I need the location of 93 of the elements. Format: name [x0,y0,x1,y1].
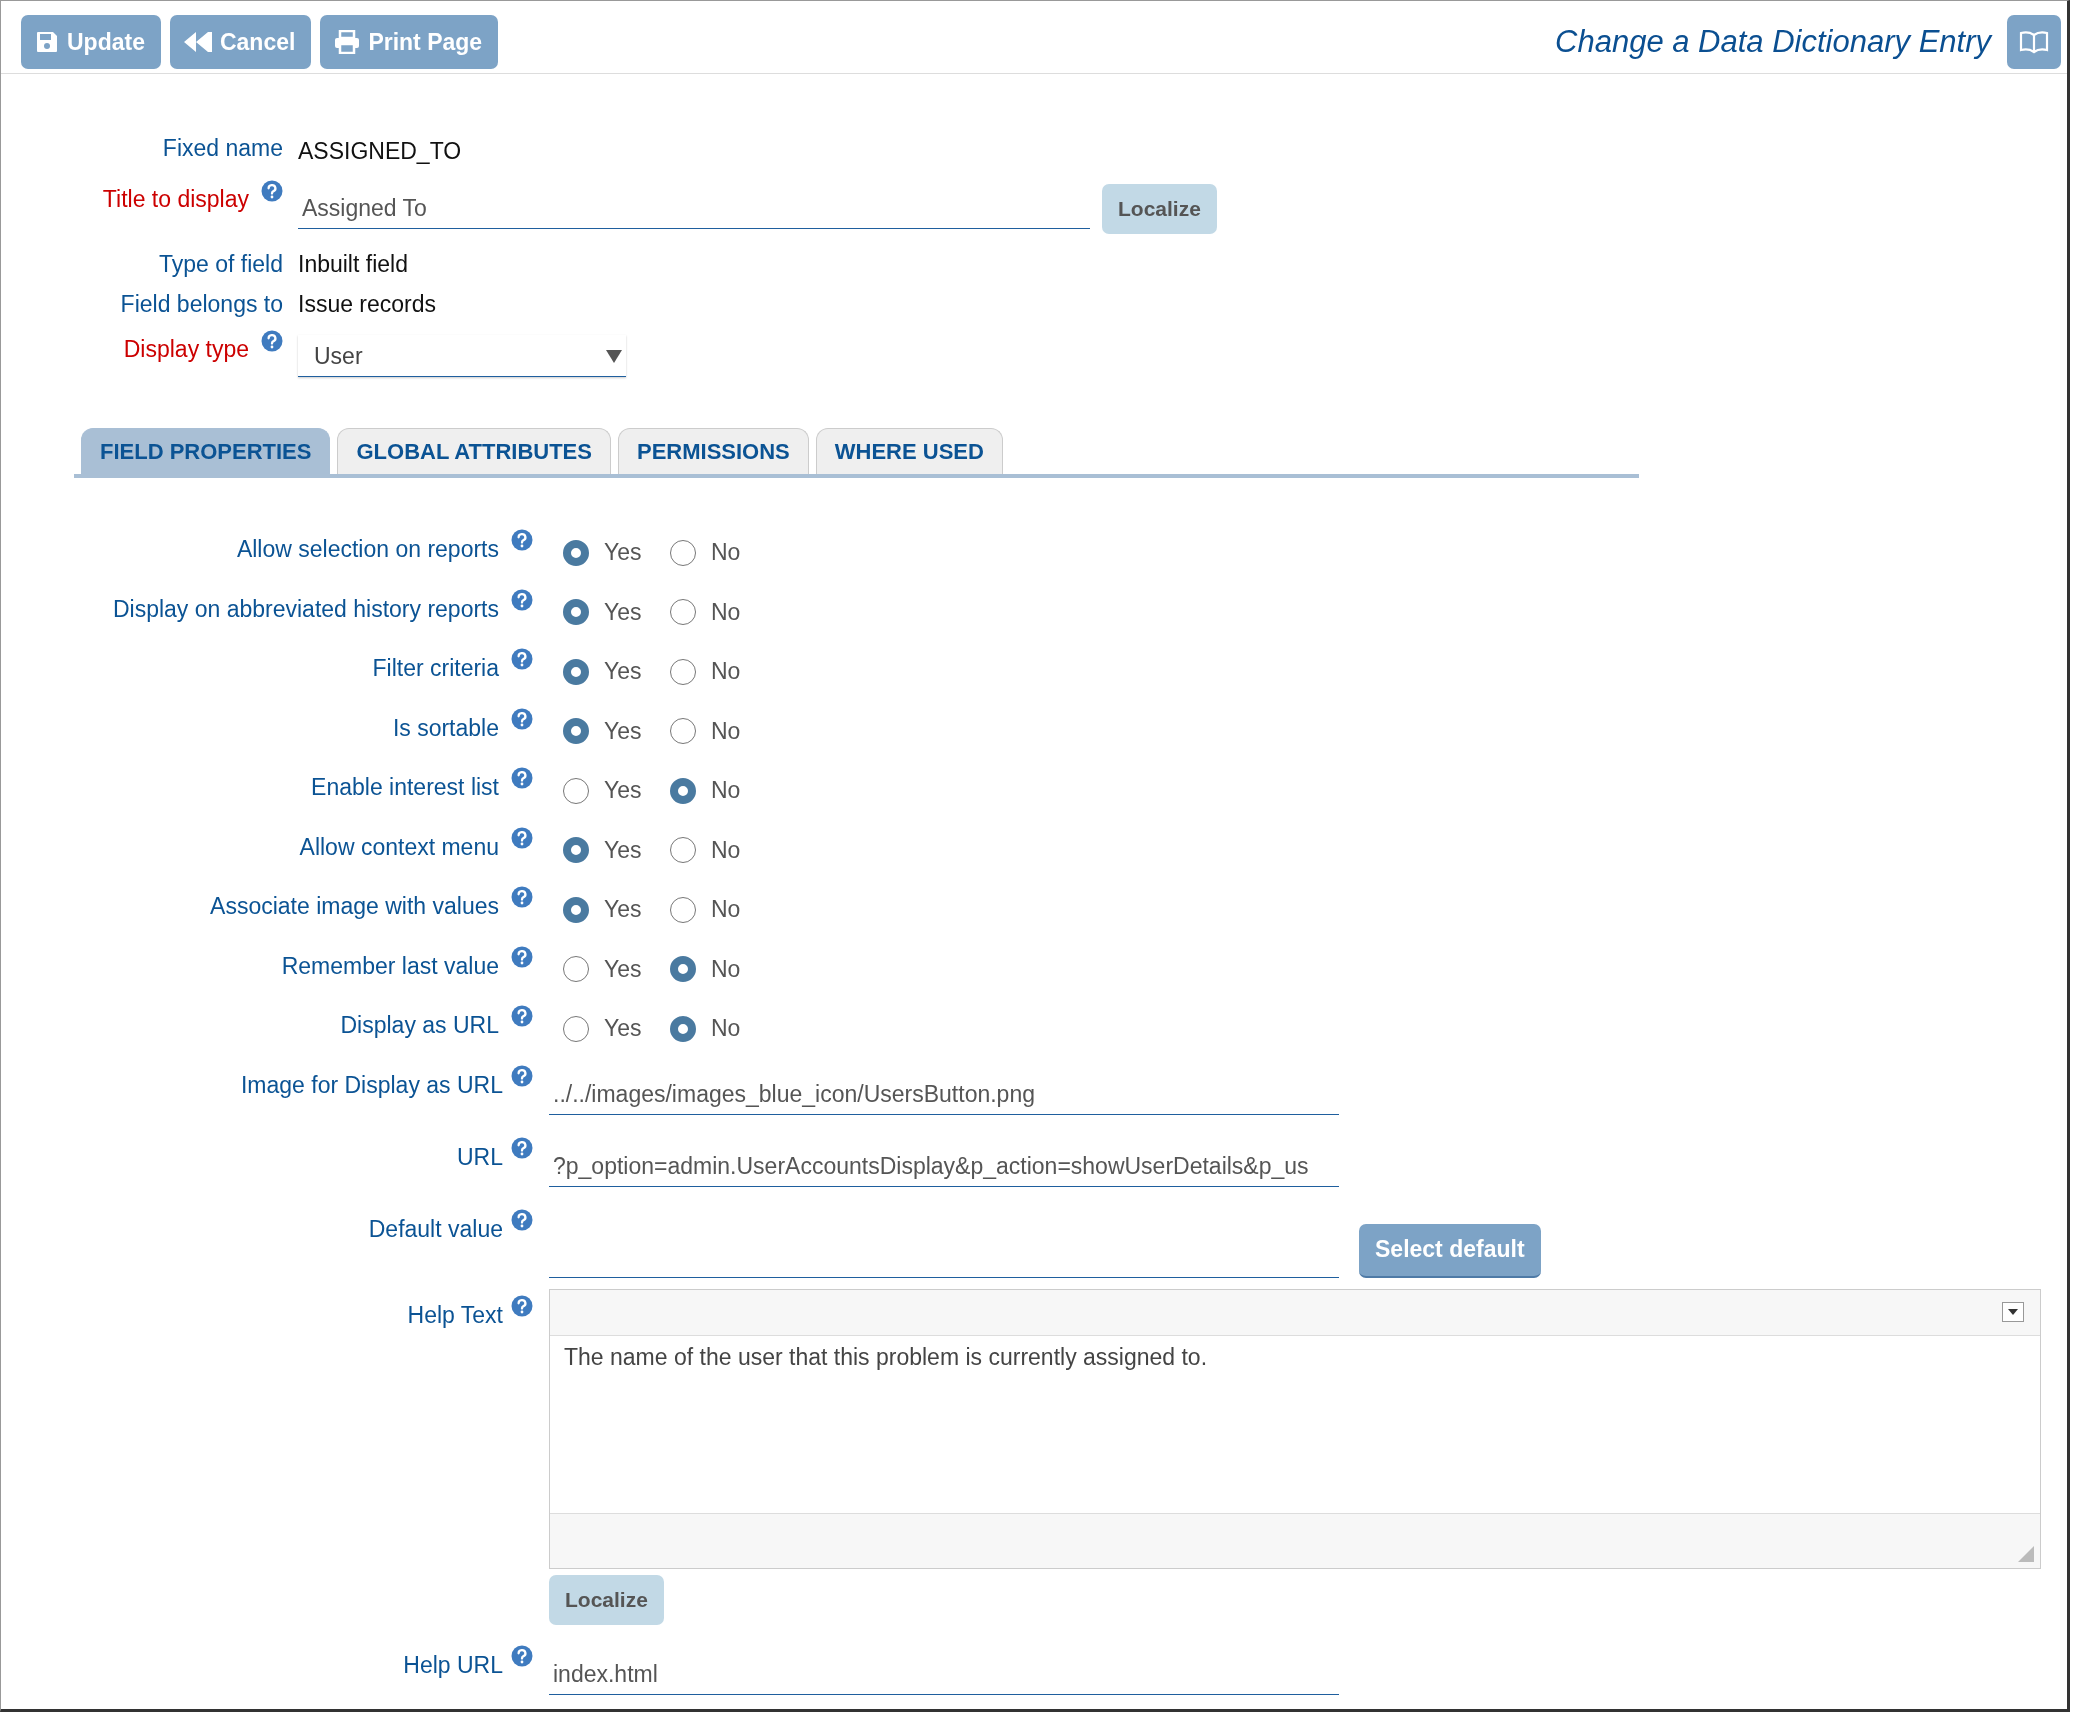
radio-button[interactable] [670,837,696,864]
tab[interactable]: WHERE USED [815,428,1003,474]
radio-button[interactable] [563,896,589,923]
book-icon [2019,30,2049,54]
tab[interactable]: FIELD PROPERTIES [81,428,331,474]
help-icon[interactable] [511,588,533,611]
help-icon[interactable] [511,1136,533,1159]
option-label: No [711,777,741,805]
toolbar-toggle-button[interactable] [2002,1302,2024,1322]
property-label: Is sortable [392,713,499,743]
radio-button[interactable] [670,539,696,566]
help-icon[interactable] [511,767,533,789]
help-icon[interactable] [511,1208,533,1231]
field-value: Issue records [298,290,437,318]
option-label: No [711,658,741,686]
radio-button[interactable] [563,658,589,685]
property-label: Remember last value [281,951,499,981]
field-label: Image for Display as URL [240,1070,503,1100]
option-label: No [711,836,741,864]
field-label: Type of field [158,250,283,279]
rewind-icon [183,31,212,53]
field-value: ASSIGNED_TO [298,137,462,165]
radio-button[interactable] [563,599,589,626]
tab[interactable]: PERMISSIONS [617,428,809,474]
option-label: No [711,539,741,567]
caret-icon [606,350,622,363]
help-icon[interactable] [511,1644,533,1667]
dropdown-field[interactable]: User [298,335,626,377]
field-label: Fixed name [162,134,283,163]
help-icon[interactable] [511,529,533,551]
field-label: Help URL [403,1650,503,1680]
radio-button[interactable] [670,658,696,685]
caret-icon [2008,1309,2018,1315]
field-label: Field belongs to [120,290,283,319]
page-title: Change a Data Dictionary Entry [1555,24,1991,60]
radio-button[interactable] [670,956,696,983]
radio-button[interactable] [563,956,589,983]
field-label: Display type [123,335,249,364]
field-label: Title to display [102,185,249,214]
help-icon[interactable] [511,886,533,908]
resize-grip-icon[interactable] [2018,1545,2034,1562]
property-label: Allow context menu [299,832,499,862]
radio-button[interactable] [670,896,696,923]
field-label: Default value [368,1214,503,1244]
help-icon[interactable] [511,648,533,670]
help-icon[interactable] [511,1005,533,1027]
property-label: Enable interest list [311,773,499,802]
option-label: No [711,955,741,983]
printer-icon [334,30,361,54]
property-label: Allow selection on reports [236,535,499,564]
option-label: Yes [604,598,642,626]
tab[interactable]: GLOBAL ATTRIBUTES [337,428,611,474]
localize-button[interactable]: Localize [549,1574,664,1625]
field-label: URL [457,1142,503,1172]
option-label: No [711,717,741,745]
help-icon[interactable] [511,707,533,730]
radio-button[interactable] [670,599,696,626]
help-icon[interactable] [511,1294,533,1317]
radio-button[interactable] [563,718,589,745]
option-label: Yes [604,658,642,686]
option-label: Yes [604,777,642,805]
option-label: Yes [604,1015,642,1043]
help-icon[interactable] [261,330,283,352]
radio-button[interactable] [563,539,589,566]
option-label: Yes [604,955,642,983]
help-icon[interactable] [261,180,283,202]
radio-button[interactable] [670,777,696,804]
help-icon[interactable] [511,1064,533,1087]
localize-button[interactable]: Localize [1102,184,1217,234]
manual-button[interactable] [2007,15,2061,69]
option-label: No [711,896,741,924]
property-label: Associate image with values [210,892,499,921]
text-editor[interactable]: The name of the user that this problem is currently assigned to. [549,1288,2041,1569]
radio-button[interactable] [670,1015,696,1042]
option-label: Yes [604,539,642,567]
help-icon[interactable] [511,945,533,968]
radio-button[interactable] [563,777,589,804]
help-icon[interactable] [511,826,533,849]
property-label: Display as URL [340,1011,499,1040]
radio-button[interactable] [563,837,589,864]
property-label: Filter criteria [372,654,499,683]
save-icon [35,30,59,54]
option-label: No [711,598,741,626]
option-label: Yes [604,717,642,745]
option-label: No [711,1015,741,1043]
field-label: Help Text [407,1300,503,1330]
field-value: Inbuilt field [298,250,408,278]
help-text: The name of the user that this problem is currently assigned to. [564,1343,1208,1370]
option-label: Yes [604,896,642,924]
option-label: Yes [604,836,642,864]
radio-button[interactable] [670,718,696,745]
property-label: Display on abbreviated history reports [112,594,499,624]
radio-button[interactable] [563,1015,589,1042]
